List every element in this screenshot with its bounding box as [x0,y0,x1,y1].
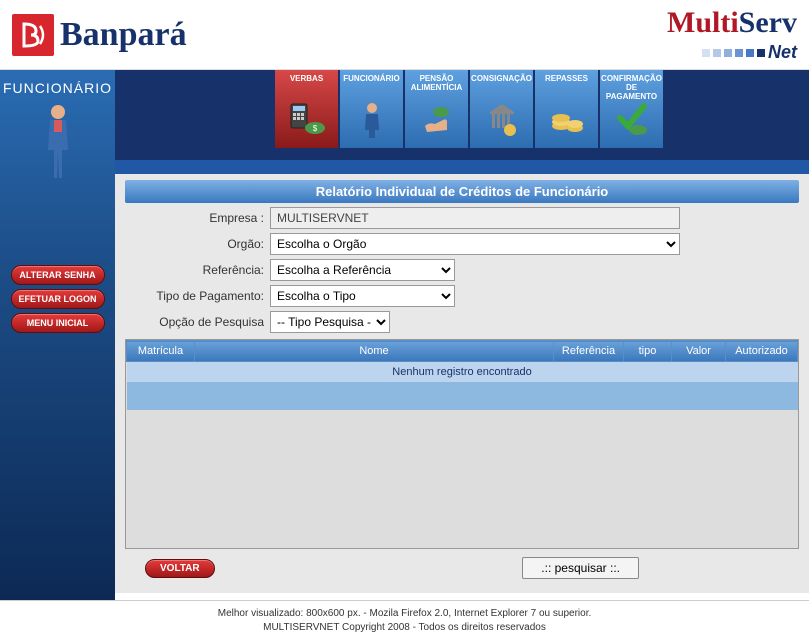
voltar-button[interactable]: VOLTAR [145,559,215,578]
sidebar-title: FUNCIONÁRIO [0,80,115,96]
no-record-message: Nenhum registro encontrado [127,362,798,383]
content-area: VERBAS $ FUNCIONÁRIO PENSÃO ALIMENTÍCIA … [115,70,809,600]
coins-stack-icon [547,98,587,138]
label-tipo-pagamento: Tipo de Pagamento: [125,289,270,303]
results-table: Matrícula Nome Referência tipo Valor Aut… [126,340,798,410]
footer: Melhor visualizado: 800x600 px. - Mozila… [0,600,809,641]
building-coins-icon [482,98,522,138]
top-navigation: VERBAS $ FUNCIONÁRIO PENSÃO ALIMENTÍCIA … [115,70,809,160]
multi-text-red: Multi [667,6,739,39]
bottom-bar: VOLTAR .:: pesquisar ::. [125,549,799,583]
decorative-squares: Net [667,42,797,63]
referencia-select[interactable]: Escolha a Referência [270,259,455,281]
footer-line1: Melhor visualizado: 800x600 px. - Mozila… [0,607,809,621]
empty-row [127,382,798,410]
net-text: Net [768,42,797,63]
pesquisar-button[interactable]: .:: pesquisar ::. [522,557,639,579]
label-orgao: Orgão: [125,237,270,251]
label-empresa: Empresa : [125,211,270,225]
banpara-logo-icon [12,14,54,56]
form-area: Relatório Individual de Créditos de Func… [115,174,809,593]
menu-inicial-button[interactable]: MENU INICIAL [11,313,105,333]
tipo-pagamento-select[interactable]: Escolha o Tipo [270,285,455,307]
th-matricula: Matrícula [127,341,195,362]
check-money-icon [612,98,652,138]
results-table-container[interactable]: Matrícula Nome Referência tipo Valor Aut… [125,339,799,549]
th-autorizado: Autorizado [726,341,798,362]
calculator-money-icon: $ [287,98,327,138]
footer-line2: MULTISERVNET Copyright 2008 - Todos os d… [0,621,809,635]
nav-verbas[interactable]: VERBAS $ [275,70,338,148]
alterar-senha-button[interactable]: ALTERAR SENHA [11,265,105,285]
orgao-select[interactable]: Escolha o Orgão [270,233,680,255]
label-opcao-pesquisa: Opção de Pesquisa [125,315,270,329]
th-valor: Valor [672,341,726,362]
section-title: Relatório Individual de Créditos de Func… [125,180,799,203]
label-referencia: Referência: [125,263,270,277]
logo-banpara: Banpará [12,14,187,56]
th-referencia: Referência [554,341,624,362]
nav-funcionario[interactable]: FUNCIONÁRIO [340,70,403,148]
nav-confirmacao[interactable]: CONFIRMAÇÃO DE PAGAMENTO [600,70,663,148]
person-nav-icon [352,98,392,138]
multi-text-blue: Serv [739,6,797,39]
hand-money-icon [417,98,457,138]
banpara-text: Banpará [60,16,187,54]
logo-multiserv: MultiServ Net [667,6,797,63]
sidebar: FUNCIONÁRIO ALTERAR SENHA EFETUAR LOGON … [0,70,115,600]
nav-consignacao[interactable]: CONSIGNAÇÃO [470,70,533,148]
th-nome: Nome [195,341,554,362]
person-icon [0,102,115,185]
separator-bar [115,160,809,174]
header: Banpará MultiServ Net [0,0,809,70]
opcao-pesquisa-select[interactable]: -- Tipo Pesquisa -- [270,311,390,333]
nav-repasses[interactable]: REPASSES [535,70,598,148]
th-tipo: tipo [624,341,672,362]
efetuar-logon-button[interactable]: EFETUAR LOGON [11,289,105,309]
svg-text:$: $ [312,124,317,133]
empresa-input [270,207,680,229]
nav-pensao[interactable]: PENSÃO ALIMENTÍCIA [405,70,468,148]
